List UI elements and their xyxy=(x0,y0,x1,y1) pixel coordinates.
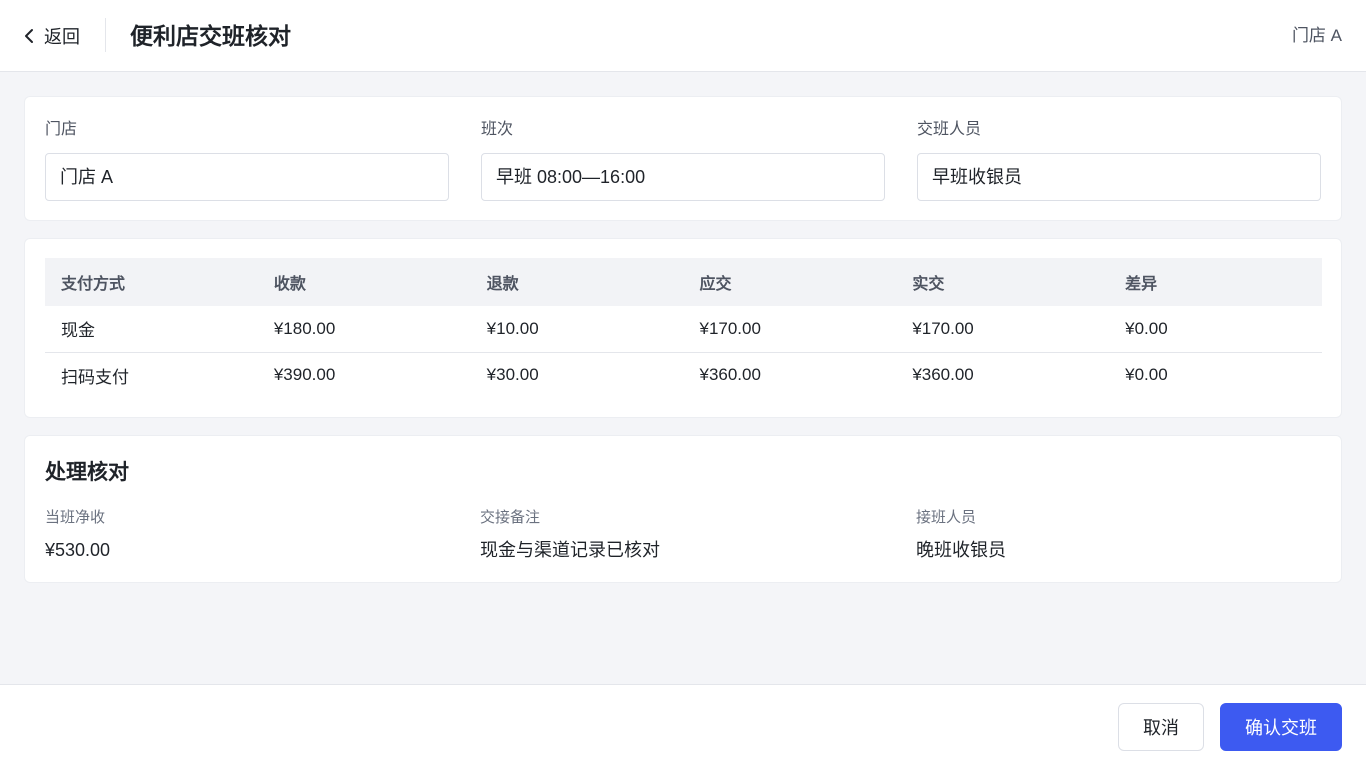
column-header: 应交 xyxy=(683,258,897,306)
column-header: 收款 xyxy=(257,258,471,306)
table-cell: 扫码支付 xyxy=(61,367,129,387)
handover-note-item: 交接备注 现金与渠道记录已核对 xyxy=(480,508,660,562)
table-cell: ¥170.00 xyxy=(896,306,1110,353)
current-store-label: 门店 A xyxy=(1291,26,1342,45)
shift-field-label: 班次 xyxy=(481,121,514,138)
net-income-label: 当班净收 xyxy=(45,509,106,526)
table-cell: ¥360.00 xyxy=(912,365,974,385)
handover-staff-input[interactable]: 早班收银员 xyxy=(917,153,1321,201)
table-cell: ¥170.00 xyxy=(683,306,897,353)
handover-staff-label: 交班人员 xyxy=(917,121,982,138)
shift-info-card: 门店 门店 A 班次 早班 08:00—16:00 交班人员 早班收银员 xyxy=(24,96,1342,221)
process-review-card: 处理核对 当班净收 ¥530.00 交接备注 现金与渠道记录已核对 接班人员 晚… xyxy=(24,435,1342,583)
back-label: 返回 xyxy=(44,27,80,47)
shift-field: 班次 早班 08:00—16:00 xyxy=(481,119,885,201)
table-cell: ¥30.00 xyxy=(486,365,539,385)
receiving-staff-label: 接班人员 xyxy=(916,509,977,526)
header-divider xyxy=(105,18,106,52)
receiving-staff-item: 接班人员 晚班收银员 xyxy=(916,508,1006,562)
net-income-value: ¥530.00 xyxy=(45,540,111,560)
table-cell: ¥390.00 xyxy=(273,365,336,385)
net-income-item: 当班净收 ¥530.00 xyxy=(45,508,110,562)
table-cell: ¥180.00 xyxy=(257,306,471,353)
store-select[interactable]: 门店 A xyxy=(45,153,449,201)
action-footer: 取消 确认交班 xyxy=(0,684,1366,768)
table-row: 现金 ¥180.00 ¥10.00 ¥170.00 ¥170.00 ¥0.00 xyxy=(45,306,1322,353)
table-cell: ¥0.00 xyxy=(1125,365,1168,385)
payment-table: 支付方式 收款 退款 应交 实交 差异 现金 ¥180.00 ¥10.00 ¥1… xyxy=(45,258,1322,398)
store-field-label: 门店 xyxy=(45,121,78,138)
handover-staff-field: 交班人员 早班收银员 xyxy=(917,119,1321,201)
back-button[interactable]: 返回 xyxy=(22,22,80,50)
store-field: 门店 门店 A xyxy=(45,119,449,201)
table-cell: ¥0.00 xyxy=(1109,306,1322,353)
table-cell: ¥360.00 xyxy=(699,365,761,385)
handover-note-label: 交接备注 xyxy=(480,509,541,526)
chevron-left-icon xyxy=(22,28,36,44)
page-title: 便利店交班核对 xyxy=(130,23,291,49)
shift-select[interactable]: 早班 08:00—16:00 xyxy=(481,153,885,201)
table-header-row: 支付方式 收款 退款 应交 实交 差异 xyxy=(45,258,1322,306)
column-header: 退款 xyxy=(470,258,684,306)
process-title: 处理核对 xyxy=(45,461,129,484)
cancel-button[interactable]: 取消 xyxy=(1118,703,1204,751)
confirm-handover-button[interactable]: 确认交班 xyxy=(1220,703,1342,751)
table-row: 扫码支付 ¥390.00 ¥30.00 ¥360.00 ¥360.00 ¥0.0… xyxy=(45,352,1322,398)
table-cell: 现金 xyxy=(45,306,258,353)
column-header: 支付方式 xyxy=(45,258,258,306)
payment-summary-card: 支付方式 收款 退款 应交 实交 差异 现金 ¥180.00 ¥10.00 ¥1… xyxy=(24,238,1342,418)
top-header: 返回 便利店交班核对 门店 A xyxy=(0,0,1366,72)
handover-note-value: 现金与渠道记录已核对 xyxy=(480,540,660,560)
column-header: 差异 xyxy=(1109,258,1322,306)
column-header: 实交 xyxy=(896,258,1110,306)
table-cell: ¥10.00 xyxy=(470,306,684,353)
receiving-staff-value: 晚班收银员 xyxy=(916,540,1006,560)
